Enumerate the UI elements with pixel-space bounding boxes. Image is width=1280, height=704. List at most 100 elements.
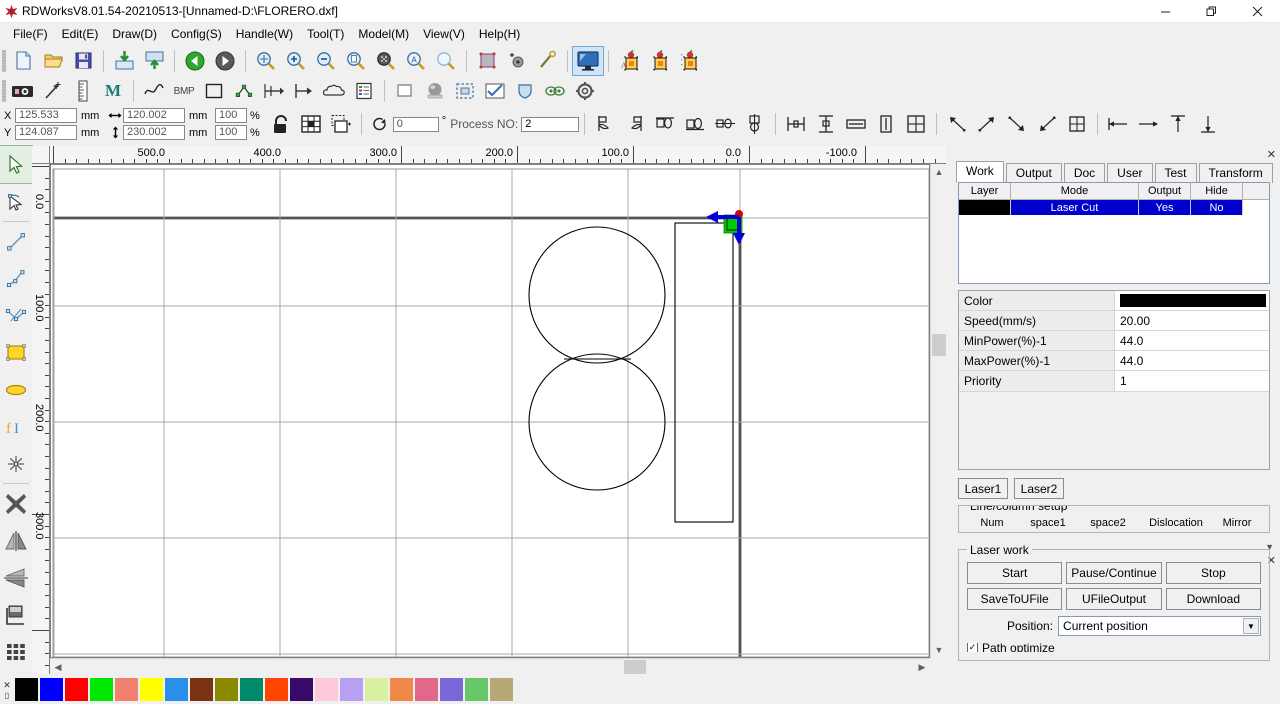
- start-button[interactable]: Start: [967, 562, 1063, 584]
- frame-icon[interactable]: [390, 78, 420, 104]
- tab-output[interactable]: Output: [1005, 163, 1062, 183]
- array-dup-icon[interactable]: [674, 47, 704, 75]
- measure-icon[interactable]: [68, 78, 98, 104]
- open-file-icon[interactable]: [38, 47, 68, 75]
- offset-poly-icon[interactable]: [259, 78, 289, 104]
- undo-icon[interactable]: [180, 47, 210, 75]
- zoom-window-icon[interactable]: [431, 47, 461, 75]
- origin-bottomright-icon[interactable]: [1002, 110, 1032, 138]
- close-button[interactable]: [1234, 0, 1280, 23]
- anchor-grid-icon[interactable]: [296, 110, 326, 138]
- menu-draw[interactable]: Draw(D): [105, 25, 164, 43]
- scale-y-input[interactable]: 100: [215, 125, 247, 140]
- menu-edit[interactable]: Edit(E): [55, 25, 106, 43]
- vertical-scroll-thumb[interactable]: [932, 334, 946, 356]
- vertical-ruler[interactable]: 0.0 100.0 200.0 300.0: [32, 164, 50, 674]
- origin-bottomleft-icon[interactable]: [1032, 110, 1062, 138]
- rect-tool-icon[interactable]: [199, 78, 229, 104]
- width-input[interactable]: 120.002: [123, 108, 185, 123]
- data-check-icon[interactable]: [349, 78, 379, 104]
- size-same-both-icon[interactable]: [901, 110, 931, 138]
- measure-bottom-icon[interactable]: [1193, 110, 1223, 138]
- stop-button[interactable]: Stop: [1165, 562, 1261, 584]
- color-swatch[interactable]: [114, 677, 139, 702]
- toolbar-grip[interactable]: [2, 80, 6, 102]
- align-center-v-icon[interactable]: [740, 110, 770, 138]
- param-row-minpower[interactable]: MinPower(%)-1 44.0: [959, 331, 1269, 351]
- zoom-in-icon[interactable]: [281, 47, 311, 75]
- horizontal-scroll-thumb[interactable]: [624, 660, 646, 674]
- align-right-curve-icon[interactable]: [620, 110, 650, 138]
- import-file-icon[interactable]: [109, 47, 139, 75]
- table-row[interactable]: Laser Cut Yes No: [959, 200, 1269, 215]
- path-optimize-checkbox[interactable]: ✓: [967, 643, 978, 652]
- panel-close-icon[interactable]: ✕: [1267, 148, 1276, 161]
- measure-left-icon[interactable]: [1103, 110, 1133, 138]
- align-left-curve-icon[interactable]: [590, 110, 620, 138]
- origin-topright-icon[interactable]: [972, 110, 1002, 138]
- zoom-out-icon[interactable]: [311, 47, 341, 75]
- measure-right-icon[interactable]: [1133, 110, 1163, 138]
- cut-optimize-icon[interactable]: [532, 47, 562, 75]
- pause-continue-button[interactable]: Pause/Continue: [1066, 562, 1162, 584]
- layer-table[interactable]: Layer Mode Output Hide Laser Cut Yes No: [958, 182, 1270, 284]
- x-input[interactable]: 125.533: [15, 108, 77, 123]
- export-file-icon[interactable]: [139, 47, 169, 75]
- color-swatch[interactable]: [364, 677, 389, 702]
- color-swatch[interactable]: [39, 677, 64, 702]
- settings-gear-icon[interactable]: [570, 78, 600, 104]
- param-value[interactable]: 20.00: [1115, 311, 1269, 330]
- dist-horizontal-icon[interactable]: [781, 110, 811, 138]
- param-value[interactable]: [1115, 291, 1269, 310]
- position-select[interactable]: Current position ▼: [1058, 616, 1261, 636]
- array-copy-icon[interactable]: [644, 47, 674, 75]
- align-center-h-icon[interactable]: [710, 110, 740, 138]
- menu-config[interactable]: Config(S): [164, 25, 229, 43]
- tab-transform[interactable]: Transform: [1198, 163, 1273, 183]
- tab-user[interactable]: User: [1107, 163, 1153, 183]
- size-same-width-icon[interactable]: [841, 110, 871, 138]
- menu-file[interactable]: File(F): [6, 25, 55, 43]
- tab-doc[interactable]: Doc: [1063, 163, 1106, 183]
- menu-view[interactable]: View(V): [416, 25, 472, 43]
- layer-hide-cell[interactable]: No: [1191, 200, 1243, 215]
- param-row-maxpower[interactable]: MaxPower(%)-1 44.0: [959, 351, 1269, 371]
- color-swatch[interactable]: [389, 677, 414, 702]
- align-bottom-icon[interactable]: [680, 110, 710, 138]
- palette-close-icon[interactable]: ✕ ▯: [0, 680, 14, 700]
- dist-vertical-icon[interactable]: [811, 110, 841, 138]
- chevron-down-icon[interactable]: ▼: [1243, 618, 1259, 634]
- param-value[interactable]: 1: [1115, 371, 1269, 391]
- param-value[interactable]: 44.0: [1115, 331, 1269, 350]
- shield-icon[interactable]: [510, 78, 540, 104]
- zoom-pan-icon[interactable]: [251, 47, 281, 75]
- menu-handle[interactable]: Handle(W): [229, 25, 300, 43]
- ball-icon[interactable]: [420, 78, 450, 104]
- size-same-height-icon[interactable]: [871, 110, 901, 138]
- scroll-down-icon[interactable]: ▼: [931, 642, 947, 658]
- scroll-up-icon[interactable]: ▲: [931, 164, 947, 180]
- height-input[interactable]: 230.002: [123, 125, 185, 140]
- menu-tool[interactable]: Tool(T): [300, 25, 351, 43]
- canvas-horizontal-scrollbar[interactable]: ◀ ▶: [50, 658, 930, 674]
- duplicate-icon[interactable]: [326, 110, 356, 138]
- laser2-button[interactable]: Laser2: [1014, 478, 1064, 499]
- scroll-left-icon[interactable]: ◀: [50, 659, 66, 675]
- color-swatch[interactable]: [314, 677, 339, 702]
- bmp-icon[interactable]: BMP: [169, 78, 199, 104]
- param-row-priority[interactable]: Priority 1: [959, 371, 1269, 391]
- node-arrow-icon[interactable]: [38, 78, 68, 104]
- param-value[interactable]: 44.0: [1115, 351, 1269, 370]
- align-top-icon[interactable]: [650, 110, 680, 138]
- camera-icon[interactable]: [8, 78, 38, 104]
- rotate-icon[interactable]: [371, 115, 389, 133]
- color-swatch[interactable]: [289, 677, 314, 702]
- toolbar-grip[interactable]: [2, 49, 6, 72]
- color-swatch[interactable]: [164, 677, 189, 702]
- zoom-all-icon[interactable]: A: [401, 47, 431, 75]
- save-file-icon[interactable]: [68, 47, 98, 75]
- menu-model[interactable]: Model(M): [351, 25, 416, 43]
- zoom-selection-icon[interactable]: [371, 47, 401, 75]
- curve-smooth-icon[interactable]: [139, 78, 169, 104]
- lock-aspect-icon[interactable]: [266, 110, 296, 138]
